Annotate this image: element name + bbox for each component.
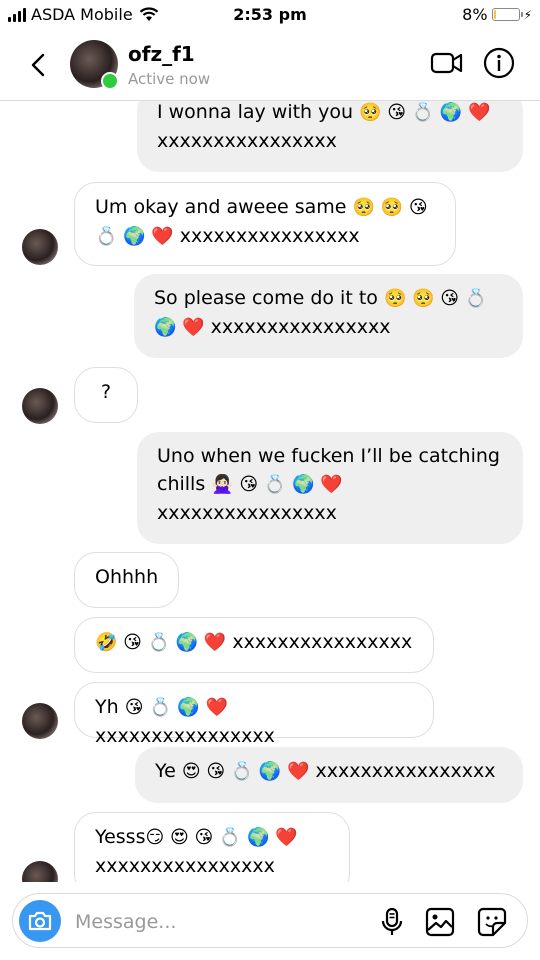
contact-status: Active now [128, 70, 211, 88]
outgoing-message[interactable]: Ye 😍 😘 💍 🌍 ❤️ xxxxxxxxxxxxxxxx [135, 747, 523, 803]
message-text: xxxxxxxxxxxxxxxx [95, 855, 275, 877]
message-text: Ye [155, 760, 176, 782]
message-emoji: 💍 🌍 ❤️ [95, 226, 174, 247]
avatar[interactable] [22, 388, 58, 424]
battery-fill [493, 10, 496, 19]
message-emoji: 🥺 🥺 😘 [352, 197, 428, 218]
message-emoji: 🌍 ❤️ [154, 317, 205, 338]
message-text: I wonna lay with you [157, 101, 354, 123]
info-icon[interactable] [483, 47, 515, 79]
microphone-icon[interactable] [379, 907, 405, 937]
status-time: 2:53 pm [233, 5, 307, 24]
incoming-message[interactable]: ? [74, 367, 138, 423]
message-text: chills [157, 473, 206, 495]
avatar[interactable] [22, 703, 58, 739]
gallery-icon[interactable] [425, 907, 455, 937]
message-input[interactable] [73, 906, 357, 938]
battery-icon [491, 8, 523, 21]
message-text: xxxxxxxxxxxxxxxx [210, 316, 391, 338]
outgoing-message[interactable]: So please come do it to 🥺 🥺 😘 💍 🌍 ❤️ xxx… [134, 274, 523, 358]
incoming-message[interactable]: 🤣 😘 💍 🌍 ❤️ xxxxxxxxxxxxxxxx [74, 617, 434, 673]
message-text: xxxxxxxxxxxxxxxx [157, 502, 337, 524]
outgoing-message[interactable]: Uno when we fucken I’ll be catching chil… [137, 432, 523, 544]
camera-icon[interactable] [19, 900, 61, 942]
status-right: 8% ⚡ [462, 5, 532, 24]
chevron-left-icon[interactable] [24, 50, 54, 80]
incoming-message[interactable]: Ohhhh [74, 552, 179, 608]
message-text: So please come do it to [154, 287, 378, 309]
message-text: Um okay and aweee same [95, 196, 347, 218]
avatar[interactable] [22, 229, 58, 265]
message-text: xxxxxxxxxxxxxxxx [232, 631, 413, 653]
message-text: Ohhhh [95, 566, 159, 588]
message-emoji: 🙅🏻‍♀️ 😘 💍 🌍 ❤️ [211, 474, 343, 495]
message-text: Uno when we fucken I’ll be catching [157, 445, 500, 467]
message-text: xxxxxxxxxxxxxxxx [315, 760, 496, 782]
message-text: Yh [95, 696, 119, 718]
message-emoji: 😏 😍 😘 💍 🌍 ❤️ [145, 827, 298, 848]
message-text: xxxxxxxxxxxxxxxx [179, 225, 360, 247]
status-bar: ASDA Mobile 2:53 pm 8% ⚡ [0, 0, 540, 30]
message-text: ? [100, 381, 112, 403]
message-composer [12, 893, 528, 948]
video-call-icon[interactable] [430, 50, 464, 76]
battery-percent: 8% [462, 5, 488, 24]
incoming-message[interactable]: Yh 😘 💍 🌍 ❤️ xxxxxxxxxxxxxxxx [74, 682, 434, 747]
message-text: Yesss [95, 826, 146, 848]
message-text: xxxxxxxxxxxxxxxx [95, 725, 275, 747]
sticker-icon[interactable] [477, 907, 507, 937]
message-emoji: 😘 💍 🌍 ❤️ [124, 697, 228, 718]
incoming-message[interactable]: Um okay and aweee same 🥺 🥺 😘 💍 🌍 ❤️ xxxx… [74, 182, 456, 266]
message-emoji: 🤣 😘 💍 🌍 ❤️ [95, 632, 227, 653]
chat-header: ofz_f1 Active now [0, 30, 540, 101]
message-emoji: 🥺 😘 💍 🌍 ❤️ [359, 102, 491, 123]
online-indicator [101, 72, 119, 90]
message-emoji: 😍 😘 💍 🌍 ❤️ [181, 761, 310, 782]
contact-username[interactable]: ofz_f1 [128, 42, 195, 66]
message-emoji: 🥺 🥺 😘 💍 [383, 288, 488, 309]
charging-icon: ⚡ [523, 7, 532, 22]
message-text: xxxxxxxxxxxxxxxx [157, 130, 337, 152]
